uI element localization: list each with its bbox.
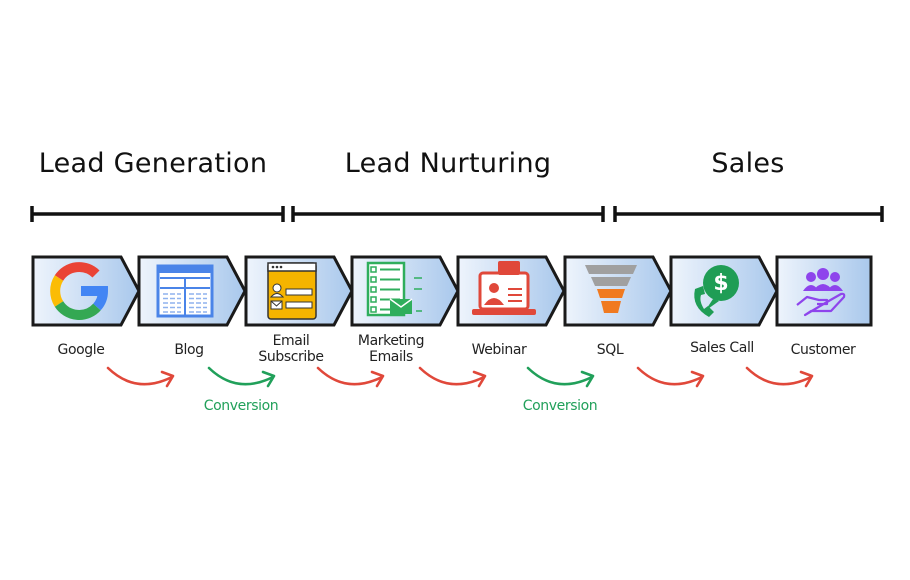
phase-bracket xyxy=(613,206,884,222)
conversion-label: Conversion xyxy=(203,398,279,414)
step-label: Customer xyxy=(790,342,856,358)
blog-layout-icon xyxy=(156,264,214,318)
transition-arrow xyxy=(636,366,705,388)
step-box xyxy=(563,255,673,327)
step-box xyxy=(775,255,873,327)
conversion-label: Conversion xyxy=(522,398,598,414)
phase-bracket xyxy=(30,206,285,222)
transition-arrow xyxy=(316,366,385,388)
subscribe-form-icon xyxy=(267,262,317,320)
transition-arrow xyxy=(106,366,175,388)
step-label: SQL xyxy=(596,342,624,358)
funnel-diagram: $ xyxy=(30,206,884,388)
phase-bracket xyxy=(291,206,605,222)
conversion-arrow xyxy=(207,366,276,388)
phase-title: Lead Generation xyxy=(38,148,268,179)
svg-text:$: $ xyxy=(713,271,728,296)
transition-arrow xyxy=(745,366,814,388)
phase-title: Lead Nurturing xyxy=(344,148,552,179)
step-box xyxy=(350,255,460,327)
step-box: $ xyxy=(669,255,779,327)
step-label: Google xyxy=(57,342,105,358)
step-label: Marketing Emails xyxy=(357,333,425,365)
step-label: Webinar xyxy=(471,342,527,358)
phase-title: Sales xyxy=(711,148,785,179)
step-label: Blog xyxy=(174,342,204,358)
step-box xyxy=(244,255,354,327)
step-label: Email Subscribe xyxy=(258,333,324,365)
conversion-arrow xyxy=(526,366,595,388)
step-label: Sales Call xyxy=(690,340,754,356)
step-box xyxy=(456,255,566,327)
transition-arrow xyxy=(418,366,487,388)
step-box xyxy=(137,255,247,327)
step-box xyxy=(31,255,141,327)
